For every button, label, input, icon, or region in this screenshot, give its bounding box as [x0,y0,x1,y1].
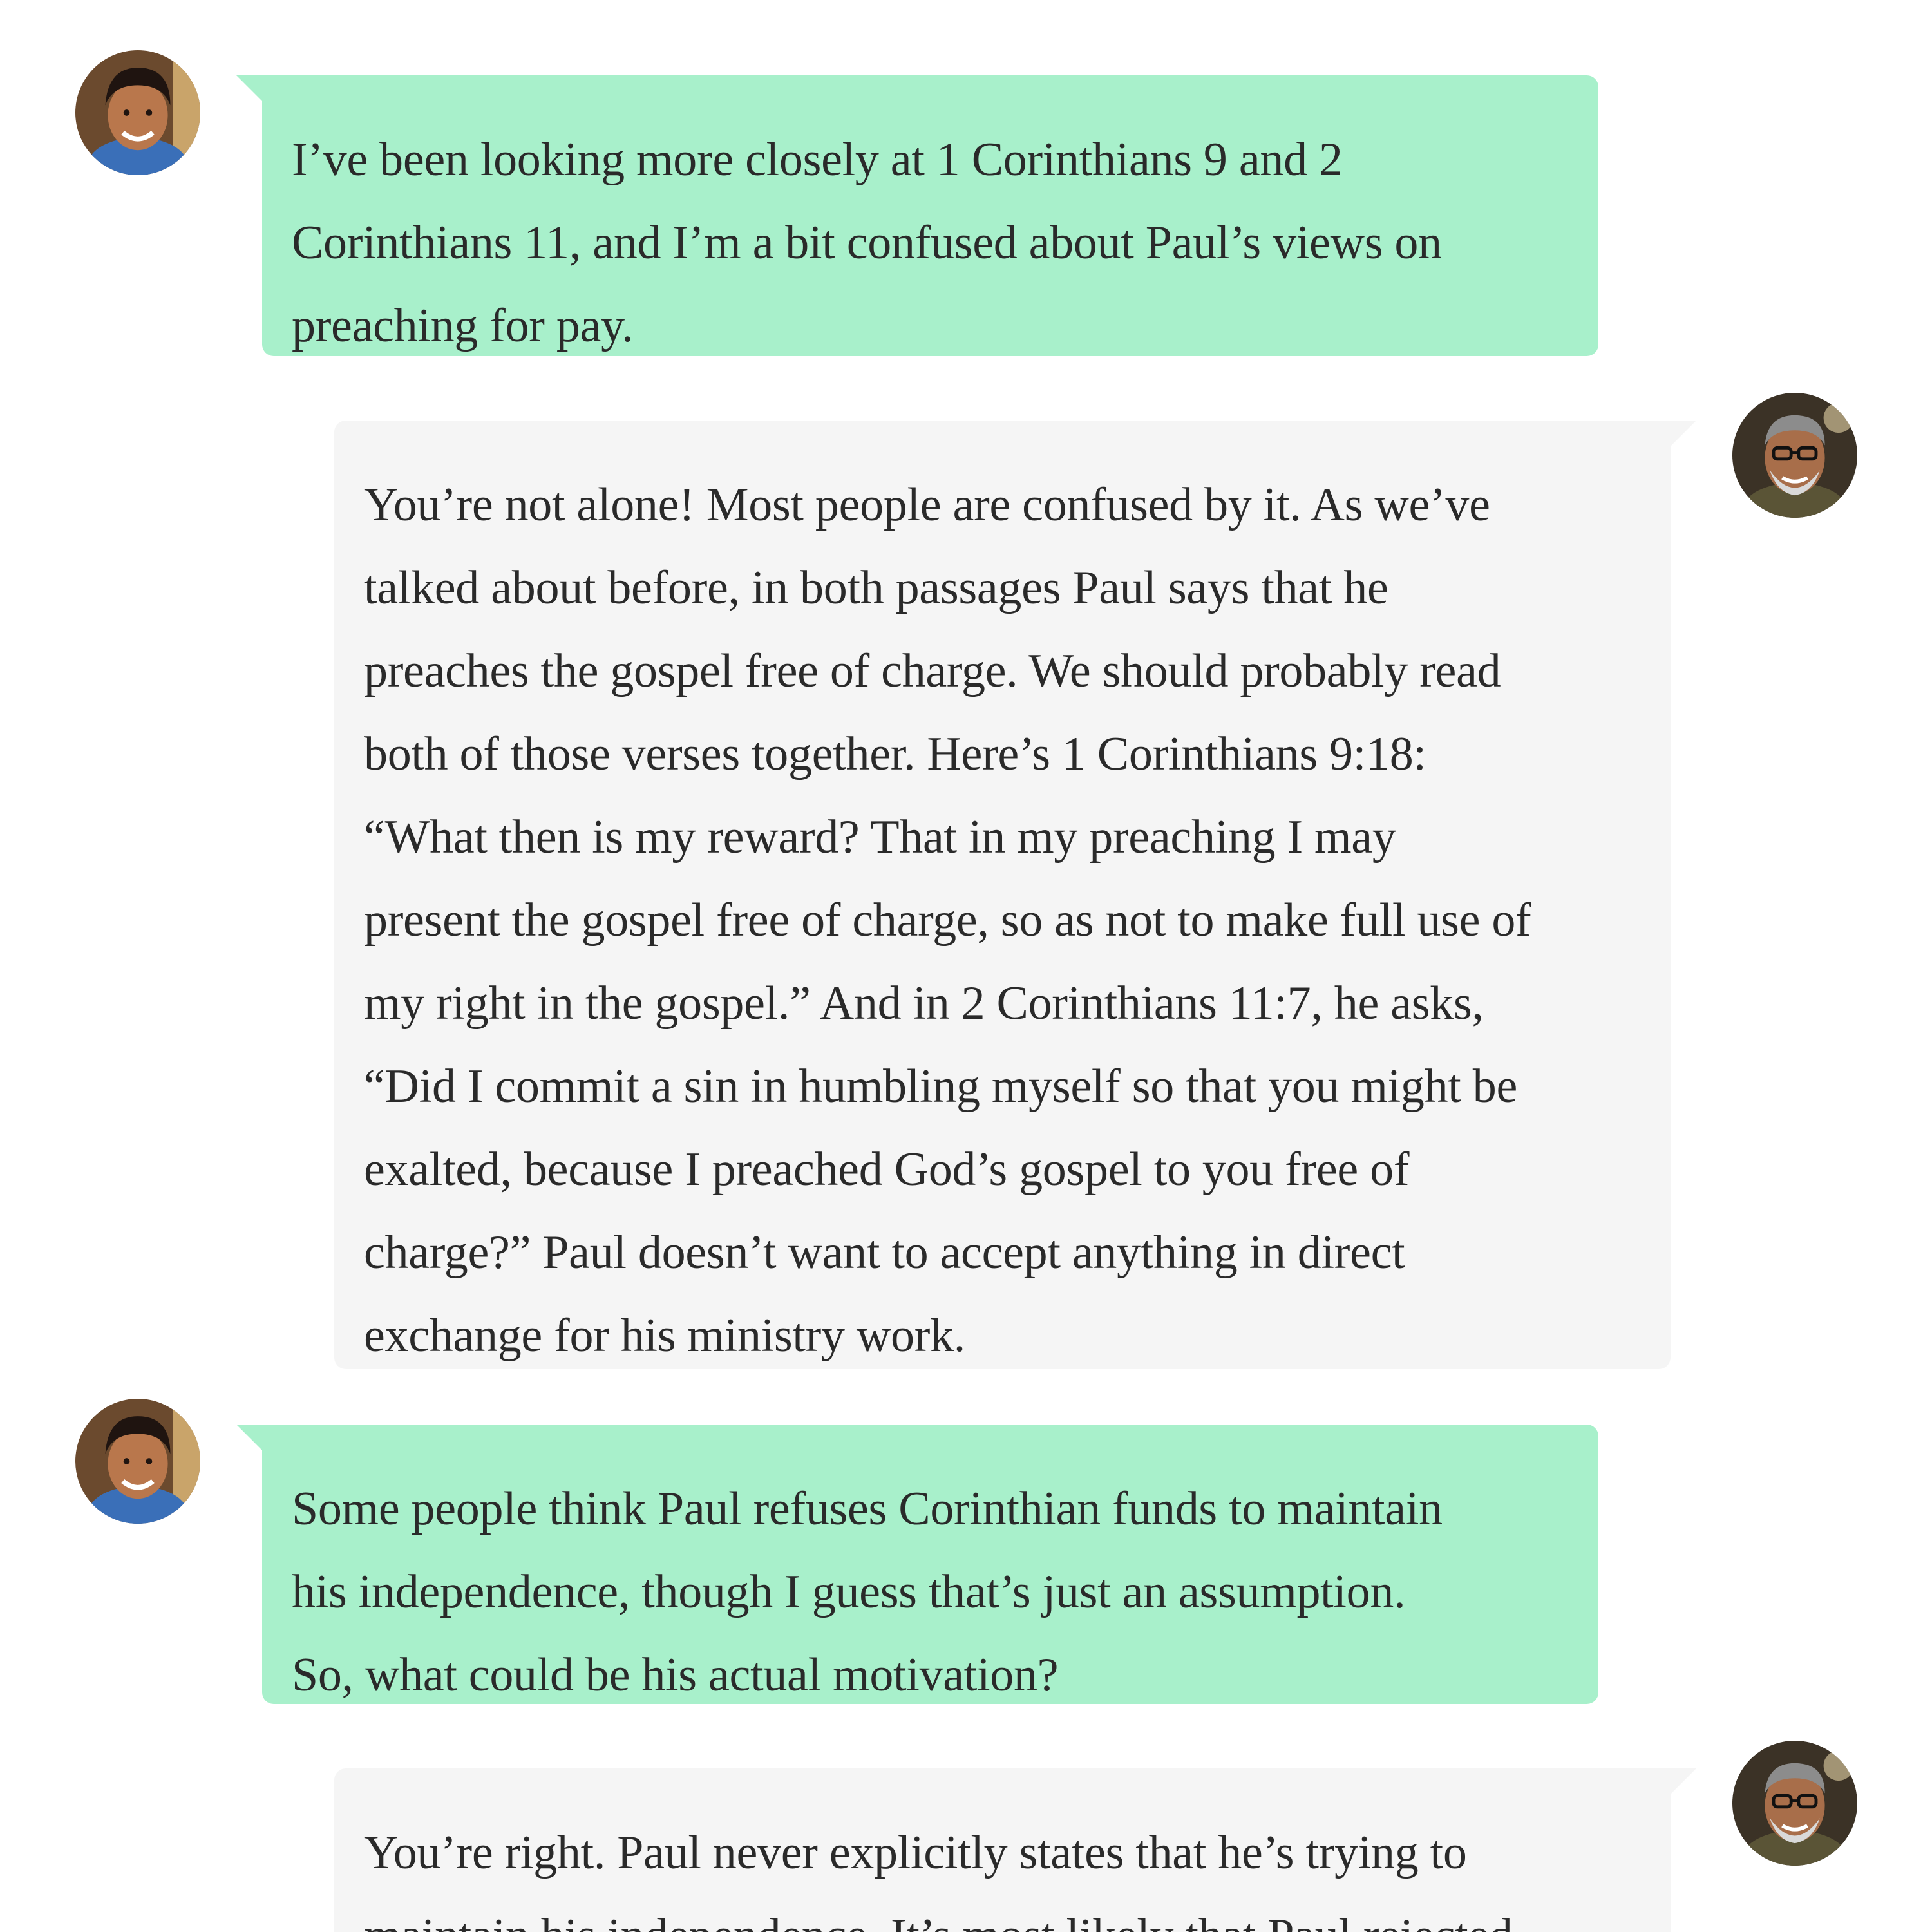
message-line: my right in the gospel.” And in 2 Corint… [364,977,1484,1030]
message-line: So, what could be his actual motivation? [292,1649,1059,1701]
message-bubble-tutor: You’re not alone! Most people are confus… [334,421,1696,1369]
message-line: both of those verses together. Here’s 1 … [364,728,1426,781]
tutor-avatar-icon [1732,393,1857,518]
message-line: his independence, though I guess that’s … [292,1566,1406,1618]
message-line: You’re right. Paul never explicitly stat… [364,1826,1467,1879]
message-line: exalted, because I preached God’s gospel… [364,1143,1410,1196]
message-line: charge?” Paul doesn’t want to accept any… [364,1226,1405,1279]
chat-thread: I’ve been looking more closely at 1 Cori… [0,0,1932,1932]
message-line: preaches the gospel free of charge. We s… [364,645,1501,697]
message-line: You’re not alone! Most people are confus… [364,478,1490,531]
message-line: “What then is my reward? That in my prea… [364,811,1396,864]
message-bubble-user: I’ve been looking more closely at 1 Cori… [236,75,1598,356]
message-line: Corinthians 11, and I’m a bit confused a… [292,216,1442,269]
message-bubble-user: Some people think Paul refuses Corinthia… [236,1425,1598,1704]
message-line: maintain his independence. It’s most lik… [364,1895,1645,1932]
message-line: present the gospel free of charge, so as… [364,894,1531,947]
message-line: Some people think Paul refuses Corinthia… [292,1482,1443,1535]
message-bubble-tutor: You’re right. Paul never explicitly stat… [334,1768,1696,1932]
message-line: I’ve been looking more closely at 1 Cori… [292,133,1343,186]
message-line: exchange for his ministry work. [364,1309,965,1362]
message-line: talked about before, in both passages Pa… [364,562,1388,614]
user-avatar-icon [75,50,200,175]
user-avatar-icon [75,1399,200,1524]
message-line: preaching for pay. [292,299,634,352]
tutor-avatar-icon [1732,1741,1857,1866]
message-line: “Did I commit a sin in humbling myself s… [364,1060,1518,1113]
